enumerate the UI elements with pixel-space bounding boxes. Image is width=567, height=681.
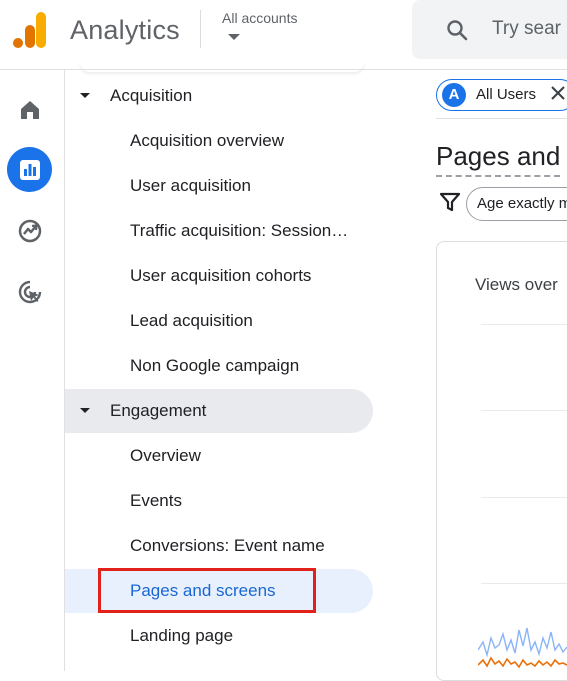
- reports-icon: [19, 159, 40, 180]
- rail-advertising-button[interactable]: [7, 269, 52, 314]
- filter-chip-label[interactable]: Age exactly m: [477, 195, 567, 212]
- rail-home-button[interactable]: [7, 87, 52, 132]
- home-icon: [20, 100, 39, 119]
- nav-item-conversions[interactable]: Conversions: Event name: [130, 524, 370, 568]
- search-input[interactable]: Try sear: [492, 18, 561, 40]
- nav-item-user-acquisition-cohorts[interactable]: User acquisition cohorts: [130, 254, 370, 298]
- nav-item-traffic-acquisition[interactable]: Traffic acquisition: Session…: [130, 209, 370, 253]
- highlight-annotation-box: [98, 568, 316, 613]
- chart-gridline: [481, 410, 567, 411]
- rail-reports-button[interactable]: [7, 147, 52, 192]
- chart-card: [436, 241, 567, 681]
- close-icon[interactable]: [551, 86, 565, 100]
- advertising-icon: [18, 280, 41, 303]
- chart-sparkline: [478, 627, 567, 669]
- top-app-bar: Analytics All accounts Try sear: [0, 0, 567, 72]
- nav-item-user-acquisition[interactable]: User acquisition: [130, 164, 370, 208]
- navigation-rail: [0, 70, 64, 671]
- header-divider: [200, 10, 201, 48]
- chart-gridline: [481, 497, 567, 498]
- nav-section-label: Engagement: [110, 401, 207, 420]
- nav-item-events[interactable]: Events: [130, 479, 370, 523]
- nav-section-acquisition[interactable]: Acquisition: [65, 74, 373, 118]
- chart-gridline: [481, 583, 567, 584]
- explore-icon: [18, 219, 41, 242]
- rail-explore-button[interactable]: [7, 208, 52, 253]
- app-title: Analytics: [70, 15, 180, 45]
- filter-icon[interactable]: [440, 192, 460, 212]
- nav-item-non-google-campaign[interactable]: Non Google campaign: [130, 344, 370, 388]
- nav-item-landing-page[interactable]: Landing page: [130, 614, 370, 658]
- chevron-down-icon[interactable]: [228, 34, 240, 40]
- nav-section-label: Acquisition: [110, 86, 193, 105]
- search-icon[interactable]: [445, 18, 469, 42]
- nav-item-overview[interactable]: Overview: [130, 434, 370, 478]
- analytics-logo-icon[interactable]: [13, 12, 47, 48]
- card-title: Views over: [475, 275, 558, 294]
- nav-item-lead-acquisition[interactable]: Lead acquisition: [130, 299, 370, 343]
- account-selector[interactable]: All accounts: [222, 10, 297, 26]
- caret-down-icon: [80, 93, 90, 98]
- page-title: Pages and: [436, 141, 561, 177]
- caret-down-icon: [80, 408, 90, 413]
- nav-section-engagement[interactable]: Engagement: [65, 389, 373, 433]
- segment-chip-label[interactable]: All Users: [476, 86, 536, 103]
- segment-avatar: A: [442, 83, 466, 107]
- chart-gridline: [481, 324, 567, 325]
- segment-divider: [436, 118, 567, 119]
- nav-item-acquisition-overview[interactable]: Acquisition overview: [130, 119, 370, 163]
